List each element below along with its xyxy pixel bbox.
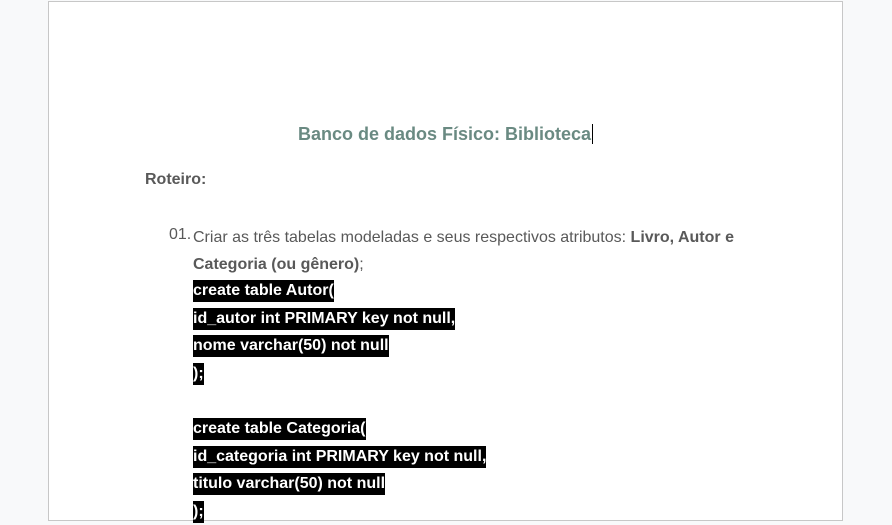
code-line: id_categoria int PRIMARY key not null, xyxy=(193,443,487,471)
code-line-text: nome varchar(50) not null xyxy=(193,335,389,358)
code-line: create table Autor( xyxy=(193,277,486,305)
document-page[interactable]: Banco de dados Físico: Biblioteca Roteir… xyxy=(48,1,843,523)
code-line-text: id_categoria int PRIMARY key not null, xyxy=(193,445,487,468)
code-line-text: create table Autor( xyxy=(193,280,334,302)
code-line: nome varchar(50) not null xyxy=(193,332,486,360)
code-line-text: ); xyxy=(193,500,204,523)
code-line-text: ); xyxy=(193,362,204,385)
code-line-text: titulo varchar(50) not null xyxy=(193,473,386,496)
text-cursor xyxy=(592,124,594,144)
list-item-text: Criar as três tabelas modeladas e seus r… xyxy=(193,224,753,278)
list-item-text-plain: Criar as três tabelas modeladas e seus r… xyxy=(193,229,631,246)
list-item-number: 01. xyxy=(169,226,192,243)
code-line: id_autor int PRIMARY key not null, xyxy=(193,305,486,333)
list-item-text-end: ; xyxy=(359,256,364,273)
code-line-text: id_autor int PRIMARY key not null, xyxy=(193,307,456,330)
document-title-text: Banco de dados Físico: Biblioteca xyxy=(297,124,592,144)
code-line: ); xyxy=(193,360,486,388)
code-line-text: create table Categoria( xyxy=(193,417,366,440)
code-line: titulo varchar(50) not null xyxy=(193,470,486,498)
sql-code-block: create table Autor( id_autor int PRIMARY… xyxy=(193,277,487,525)
document-title: Banco de dados Físico: Biblioteca xyxy=(49,122,842,146)
section-label: Roteiro: xyxy=(145,171,207,188)
code-line: ); xyxy=(193,498,486,525)
code-line: create table Categoria( xyxy=(193,415,486,443)
